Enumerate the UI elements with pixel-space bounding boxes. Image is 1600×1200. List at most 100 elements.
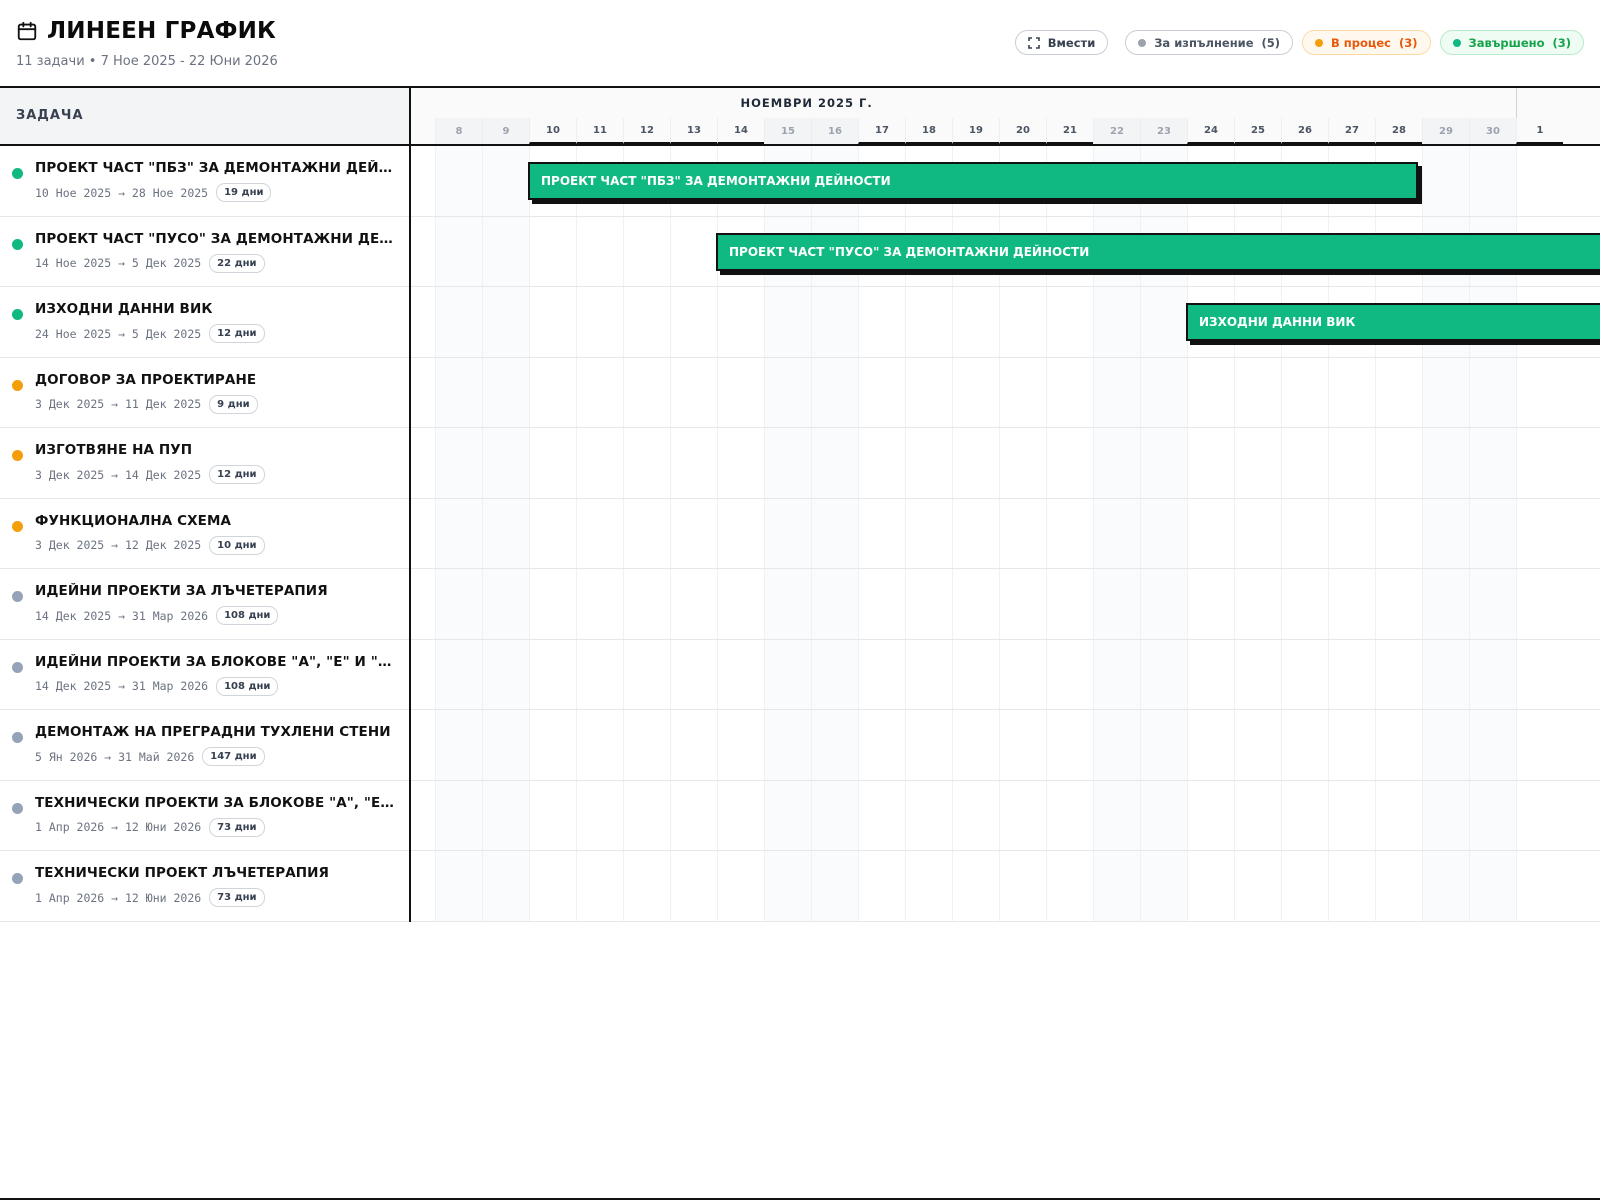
- task-info: ИЗХОДНИ ДАННИ ВИК 24 Ное 2025 → 5 Дек 202…: [0, 287, 409, 357]
- fit-button[interactable]: Вмести: [1014, 30, 1109, 55]
- task-name: ТЕХНИЧЕСКИ ПРОЕКТ ЛЪЧЕТЕРАПИЯ: [35, 865, 330, 881]
- duration-badge: 12 дни: [209, 465, 265, 484]
- task-dates: 14 Дек 2025 → 31 Мар 2026: [35, 679, 209, 693]
- task-dates: 5 Ян 2026 → 31 Май 2026: [35, 749, 195, 764]
- day-header-cell: 28: [1375, 118, 1422, 144]
- day-header-cell: 22: [1093, 118, 1140, 144]
- day-header-cell: 26: [1281, 118, 1328, 144]
- task-info: ДОГОВОР ЗА ПРОЕКТИРАНЕ 3 Дек 2025 → 11 Де…: [0, 358, 409, 428]
- task-row[interactable]: ИЗГОТВЯНЕ НА ПУП 3 Дек 2025 → 14 Дек 2025…: [0, 428, 1600, 499]
- duration-badge: 73 дни: [209, 888, 265, 907]
- task-info: ТЕХНИЧЕСКИ ПРОЕКТ ЛЪЧЕТЕРАПИЯ 1 Апр 2026 …: [0, 851, 409, 921]
- duration-badge: 22 дни: [209, 253, 265, 273]
- month-label: НОЕМВРИ 2025 Г.: [740, 96, 873, 110]
- day-header-cell: 16: [811, 118, 858, 144]
- task-name: ИДЕЙНИ ПРОЕКТИ ЗА БЛОКОВЕ "А", "Е" И "К": [35, 653, 395, 670]
- task-row[interactable]: ТЕХНИЧЕСКИ ПРОЕКТ ЛЪЧЕТЕРАПИЯ 1 Апр 2026 …: [0, 851, 1600, 922]
- status-dot-icon: [12, 238, 23, 250]
- task-dates-row: 10 Ное 2025 → 28 Ное 2025 19 дни: [35, 183, 272, 202]
- day-header-cell: 1: [1516, 118, 1563, 144]
- duration-badge: 147 дни: [202, 747, 265, 766]
- status-dot-icon: [1315, 38, 1324, 47]
- task-dates-row: 3 Дек 2025 → 14 Дек 2025 12 дни: [35, 465, 265, 484]
- task-dates: 3 Дек 2025 → 11 Дек 2025: [35, 397, 202, 411]
- task-dates: 1 Апр 2026 → 12 Юни 2026: [35, 890, 202, 905]
- task-row[interactable]: ИДЕЙНИ ПРОЕКТИ ЗА БЛОКОВЕ "А", "Е" И "К"…: [0, 640, 1600, 710]
- timeline-header: НОЕМВРИ 2025 Г. 8 9 10 11 12 13 14 15 16 17 18 19 20…: [411, 88, 1600, 146]
- filter-inprogress[interactable]: В процес (3): [1302, 30, 1431, 55]
- task-name: ИЗХОДНИ ДАННИ ВИК: [35, 301, 213, 317]
- day-header-cell: 18: [905, 118, 952, 144]
- task-dates-row: 14 Ное 2025 → 5 Дек 2025 22 дни: [35, 253, 265, 273]
- duration-badge: 73 дни: [209, 817, 265, 837]
- duration-badge: 12 дни: [209, 324, 265, 343]
- title-row: ЛИНЕЕН ГРАФИК: [16, 18, 276, 44]
- panel-divider[interactable]: [409, 88, 411, 922]
- toolbar: Вмести За изпълнение (5) В процес (3) За…: [1014, 30, 1584, 55]
- task-dates-row: 5 Ян 2026 → 31 Май 2026 147 дни: [35, 747, 265, 766]
- task-row[interactable]: ДЕМОНТАЖ НА ПРЕГРАДНИ ТУХЛЕНИ СТЕНИ 5 Ян …: [0, 710, 1600, 781]
- filter-label: В процес: [1331, 35, 1392, 50]
- task-name: ИЗГОТВЯНЕ НА ПУП: [35, 442, 193, 458]
- duration-badge: 108 дни: [216, 676, 279, 696]
- fit-screen-icon: [1027, 36, 1040, 49]
- task-name: ПРОЕКТ ЧАСТ "ПУСО" ЗА ДЕМОНТАЖНИ ДЕЙНОСТ…: [35, 230, 395, 247]
- task-row[interactable]: ПРОЕКТ ЧАСТ "ПБЗ" ЗА ДЕМОНТАЖНИ ДЕЙНОСТИ…: [0, 146, 1600, 217]
- day-header-cell: 11: [576, 118, 623, 144]
- status-dot-icon: [12, 379, 23, 391]
- calendar-icon: [17, 21, 37, 41]
- task-dates-row: 14 Дек 2025 → 31 Мар 2026 108 дни: [35, 606, 279, 625]
- filter-count: (3): [1552, 35, 1571, 50]
- task-name: ДЕМОНТАЖ НА ПРЕГРАДНИ ТУХЛЕНИ СТЕНИ: [35, 724, 391, 740]
- duration-badge: 10 дни: [209, 535, 265, 555]
- duration-badge: 9 дни: [209, 394, 258, 414]
- status-dot-icon: [12, 520, 23, 532]
- filter-label: За изпълнение: [1154, 35, 1254, 50]
- status-dot-icon: [12, 168, 23, 179]
- task-row[interactable]: ИЗХОДНИ ДАННИ ВИК 24 Ное 2025 → 5 Дек 202…: [0, 287, 1600, 358]
- status-dot-icon: [12, 661, 23, 673]
- task-row[interactable]: ТЕХНИЧЕСКИ ПРОЕКТИ ЗА БЛОКОВЕ "А", "Е" И…: [0, 781, 1600, 851]
- task-dates: 10 Ное 2025 → 28 Ное 2025: [35, 185, 209, 200]
- task-info: ТЕХНИЧЕСКИ ПРОЕКТИ ЗА БЛОКОВЕ "А", "Е" И…: [0, 781, 409, 851]
- day-header-cell: 30: [1469, 118, 1516, 144]
- task-info: ИДЕЙНИ ПРОЕКТИ ЗА БЛОКОВЕ "А", "Е" И "К"…: [0, 640, 409, 710]
- task-row[interactable]: ДОГОВОР ЗА ПРОЕКТИРАНЕ 3 Дек 2025 → 11 Де…: [0, 358, 1600, 428]
- task-name: ФУНКЦИОНАЛНА СХЕМА: [35, 512, 232, 529]
- task-dates-row: 1 Апр 2026 → 12 Юни 2026 73 дни: [35, 817, 265, 837]
- status-dot-icon: [12, 450, 23, 461]
- day-header-cell: 27: [1328, 118, 1375, 144]
- task-dates-row: 24 Ное 2025 → 5 Дек 2025 12 дни: [35, 324, 265, 343]
- day-header-cell: 9: [482, 118, 529, 144]
- day-header-cell: 29: [1422, 118, 1469, 144]
- filter-done[interactable]: Завършено (3): [1439, 30, 1584, 55]
- task-info: ПРОЕКТ ЧАСТ "ПБЗ" ЗА ДЕМОНТАЖНИ ДЕЙНОСТИ…: [0, 146, 409, 216]
- task-name: ДОГОВОР ЗА ПРОЕКТИРАНЕ: [35, 371, 257, 388]
- task-info: ИДЕЙНИ ПРОЕКТИ ЗА ЛЪЧЕТЕРАПИЯ 14 Дек 2025…: [0, 569, 409, 639]
- task-column-title: ЗАДАЧА: [16, 108, 84, 123]
- task-dates-row: 14 Дек 2025 → 31 Мар 2026 108 дни: [35, 676, 279, 696]
- task-column-header: ЗАДАЧА: [0, 88, 410, 146]
- status-dot-icon: [12, 732, 23, 743]
- task-row[interactable]: ФУНКЦИОНАЛНА СХЕМА 3 Дек 2025 → 12 Дек 20…: [0, 499, 1600, 569]
- status-dot-icon: [12, 591, 23, 602]
- task-dates: 14 Дек 2025 → 31 Мар 2026: [35, 608, 209, 623]
- task-row[interactable]: ИДЕЙНИ ПРОЕКТИ ЗА ЛЪЧЕТЕРАПИЯ 14 Дек 2025…: [0, 569, 1600, 640]
- day-header-cell: 14: [717, 118, 764, 144]
- task-row[interactable]: ПРОЕКТ ЧАСТ "ПУСО" ЗА ДЕМОНТАЖНИ ДЕЙНОСТ…: [0, 217, 1600, 287]
- day-header-cell: 19: [952, 118, 999, 144]
- day-header-cell: 25: [1234, 118, 1281, 144]
- app-header: ЛИНЕЕН ГРАФИК 11 задачи • 7 Ное 2025 - 2…: [0, 0, 1600, 88]
- day-header-cell: 23: [1140, 118, 1187, 144]
- task-name: ИДЕЙНИ ПРОЕКТИ ЗА ЛЪЧЕТЕРАПИЯ: [35, 583, 328, 599]
- filter-todo[interactable]: За изпълнение (5): [1125, 30, 1294, 55]
- page-subtitle: 11 задачи • 7 Ное 2025 - 22 Юни 2026: [16, 54, 278, 69]
- status-dot-icon: [12, 802, 23, 814]
- day-header-cell: 8: [435, 118, 482, 144]
- task-list: ПРОЕКТ ЧАСТ "ПБЗ" ЗА ДЕМОНТАЖНИ ДЕЙНОСТИ…: [0, 146, 1600, 922]
- day-header-cell: 24: [1187, 118, 1234, 144]
- task-dates: 24 Ное 2025 → 5 Дек 2025: [35, 326, 202, 341]
- status-dot-icon: [1138, 38, 1147, 47]
- day-header-cell: 12: [623, 118, 670, 144]
- task-dates: 3 Дек 2025 → 14 Дек 2025: [35, 467, 202, 482]
